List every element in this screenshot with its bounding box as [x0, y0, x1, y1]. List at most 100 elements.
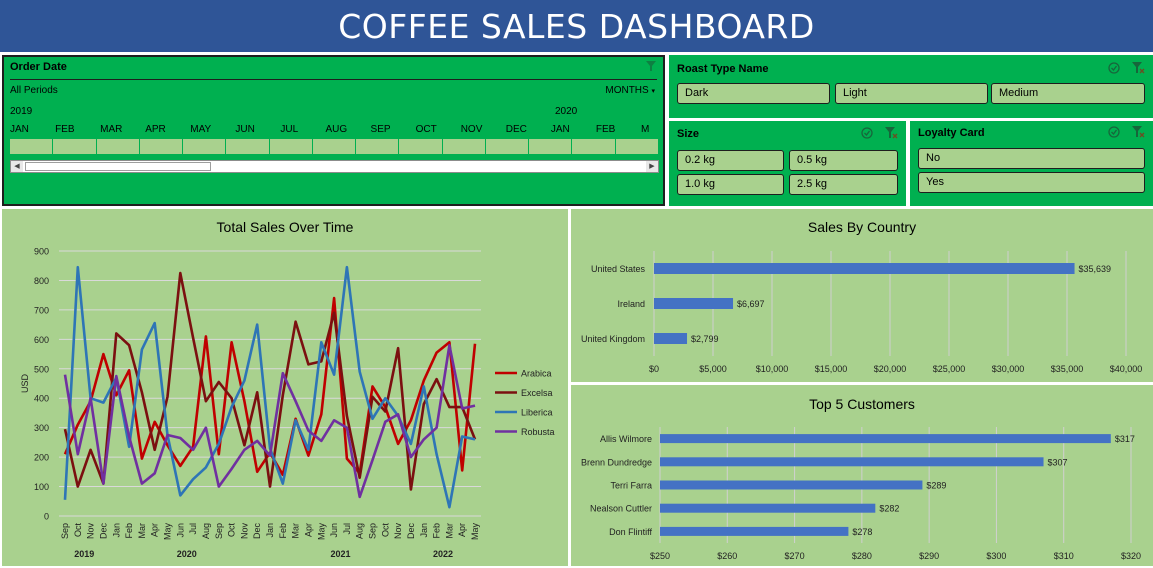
- x-tick-label: Apr: [303, 523, 313, 537]
- timeline-month-cell[interactable]: [399, 139, 443, 154]
- roast-option-dark[interactable]: Dark: [677, 83, 830, 104]
- x-tick-label: Jun: [175, 523, 185, 538]
- chevron-down-icon: ▾: [651, 88, 655, 95]
- bar: [660, 457, 1044, 467]
- timeline-scrollbar[interactable]: ◀ ▶: [10, 160, 659, 173]
- clear-filter-icon[interactable]: [645, 60, 657, 72]
- x-tick-label: Apr: [457, 523, 467, 537]
- x-tick-label: Mar: [291, 523, 301, 539]
- y-tick-label: 100: [34, 482, 49, 492]
- timeline-month-label: FEB: [55, 124, 75, 135]
- dashboard-title: COFFEE SALES DASHBOARD: [338, 6, 815, 46]
- clear-filter-icon[interactable]: [1131, 61, 1145, 75]
- x-year-label: 2019: [74, 549, 94, 559]
- timeline-month-label: SEP: [370, 124, 391, 135]
- y-tick-label: 700: [34, 305, 49, 315]
- timeline-month-label: M: [640, 124, 650, 135]
- x-tick-label: Jun: [329, 523, 339, 538]
- timeline-month-cell[interactable]: [226, 139, 270, 154]
- timeline-title: Order Date: [10, 61, 67, 73]
- roast-type-slicer[interactable]: Roast Type Name Dark Light Medium: [669, 55, 1153, 118]
- category-label: Don Flintiff: [609, 527, 652, 537]
- clear-filter-icon[interactable]: [884, 126, 898, 140]
- timeline-month-cell[interactable]: [615, 139, 659, 154]
- roast-option-medium[interactable]: Medium: [991, 83, 1145, 104]
- timeline-month-label: OCT: [415, 124, 437, 135]
- x-tick-label: Mar: [137, 523, 147, 539]
- timeline-month-cells[interactable]: [10, 139, 659, 154]
- multi-select-icon[interactable]: [860, 126, 874, 140]
- size-option[interactable]: 1.0 kg: [677, 174, 784, 195]
- x-tick-label: $250: [650, 551, 670, 561]
- order-date-timeline[interactable]: Order Date All Periods MONTHS ▾ 2019 202…: [2, 55, 665, 206]
- timeline-month-cell[interactable]: [139, 139, 184, 154]
- timeline-scroll-thumb[interactable]: [25, 162, 211, 171]
- x-tick-label: $25,000: [933, 364, 966, 374]
- timeline-month-label: JAN: [10, 124, 29, 135]
- multi-select-icon[interactable]: [1107, 125, 1121, 139]
- timeline-month-label: JAN: [550, 124, 570, 135]
- timeline-month-cell[interactable]: [572, 139, 616, 154]
- bar-value-label: $2,799: [691, 334, 719, 344]
- bar: [660, 503, 876, 513]
- bar: [654, 333, 688, 344]
- timeline-month-cell[interactable]: [10, 139, 54, 154]
- timeline-month-cell[interactable]: [312, 139, 357, 154]
- timeline-divider: [10, 79, 657, 80]
- x-tick-label: $290: [919, 551, 939, 561]
- size-slicer[interactable]: Size 0.2 kg 0.5 kg 1.0 kg 2.5 kg: [669, 121, 906, 206]
- bar-value-label: $278: [852, 527, 872, 537]
- x-tick-label: Apr: [150, 523, 160, 537]
- x-tick-label: Oct: [380, 523, 390, 538]
- x-tick-label: $10,000: [756, 364, 789, 374]
- timeline-month-cell[interactable]: [442, 139, 486, 154]
- x-tick-label: May: [316, 523, 326, 541]
- x-tick-label: Aug: [201, 523, 211, 539]
- loyalty-card-slicer[interactable]: Loyalty Card No Yes: [910, 121, 1153, 206]
- timeline-year-label: 2019: [10, 106, 33, 117]
- bar: [660, 480, 923, 490]
- scroll-right-icon[interactable]: ▶: [646, 161, 658, 172]
- loyalty-option-no[interactable]: No: [918, 148, 1145, 169]
- x-tick-label: $0: [649, 364, 659, 374]
- loyalty-option-yes[interactable]: Yes: [918, 172, 1145, 193]
- timeline-month-cell[interactable]: [269, 139, 313, 154]
- timeline-month-cell[interactable]: [183, 139, 227, 154]
- x-tick-label: Dec: [406, 523, 416, 540]
- x-year-label: 2020: [177, 549, 197, 559]
- timeline-month-label: AUG: [325, 124, 348, 135]
- scroll-left-icon[interactable]: ◀: [11, 161, 23, 172]
- timeline-month-cell[interactable]: [53, 139, 97, 154]
- timeline-level-dropdown[interactable]: MONTHS ▾: [605, 85, 655, 96]
- x-tick-label: $40,000: [1110, 364, 1143, 374]
- x-tick-label: Sep: [368, 523, 378, 539]
- y-tick-label: 800: [34, 276, 49, 286]
- x-tick-label: $280: [852, 551, 872, 561]
- size-option[interactable]: 2.5 kg: [789, 174, 898, 195]
- multi-select-icon[interactable]: [1107, 61, 1121, 75]
- x-tick-label: $20,000: [874, 364, 907, 374]
- size-option[interactable]: 0.2 kg: [677, 150, 784, 171]
- x-tick-label: Nov: [239, 523, 249, 540]
- x-tick-label: Jan: [265, 523, 275, 538]
- category-label: Terri Farra: [610, 481, 652, 491]
- x-tick-label: Sep: [60, 523, 70, 539]
- y-axis-label: USD: [20, 374, 30, 394]
- x-tick-label: May: [470, 523, 480, 541]
- clear-filter-icon[interactable]: [1131, 125, 1145, 139]
- legend-label: Liberica: [521, 408, 553, 418]
- timeline-level-label: MONTHS: [605, 85, 649, 96]
- total-sales-chart-panel: Total Sales Over Time 0 100 200 300 400 500 60…: [2, 209, 568, 566]
- roast-option-light[interactable]: Light: [835, 83, 988, 104]
- bar-value-label: $317: [1115, 434, 1135, 444]
- timeline-month-cell[interactable]: [356, 139, 400, 154]
- category-label: Ireland: [617, 299, 645, 309]
- timeline-month-cell[interactable]: [96, 139, 140, 154]
- y-tick-label: 200: [34, 453, 49, 463]
- x-tick-label: $5,000: [699, 364, 727, 374]
- timeline-month-cell[interactable]: [485, 139, 530, 154]
- timeline-month-cell[interactable]: [529, 139, 573, 154]
- x-tick-label: Jan: [111, 523, 121, 538]
- size-option[interactable]: 0.5 kg: [789, 150, 898, 171]
- x-tick-label: Aug: [355, 523, 365, 539]
